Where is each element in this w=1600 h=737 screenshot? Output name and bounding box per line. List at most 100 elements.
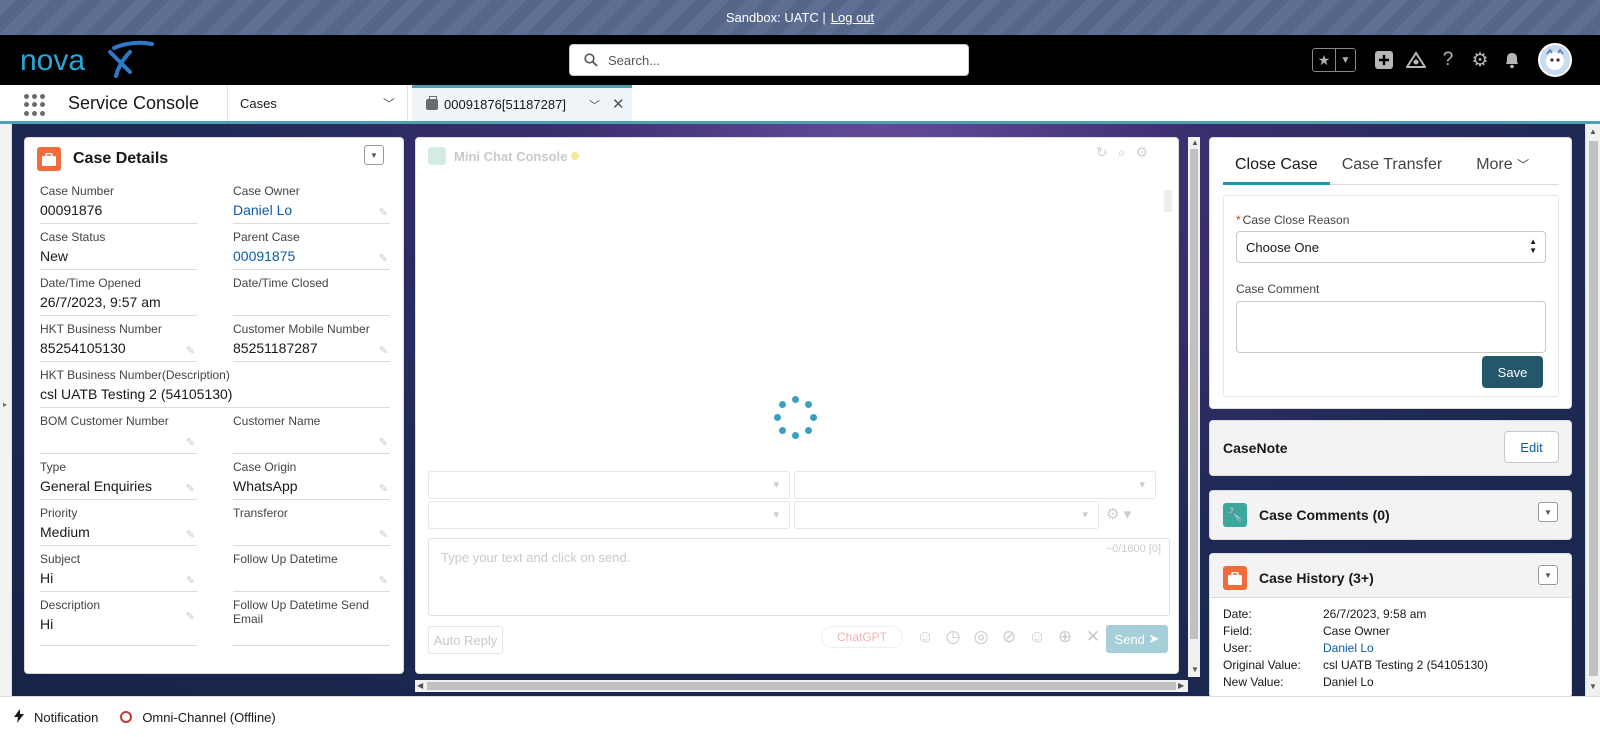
edit-pencil-icon[interactable]: ✎ bbox=[186, 528, 195, 541]
chat-select-4[interactable] bbox=[794, 501, 1099, 529]
workspace-tab-case[interactable]: 00091876[51187287] ﹀ ✕ bbox=[412, 85, 632, 121]
field-case-owner: Case Owner Daniel Lo ✎ bbox=[233, 184, 390, 224]
user-avatar[interactable] bbox=[1538, 43, 1572, 77]
help-icon[interactable]: ? bbox=[1432, 44, 1464, 76]
clock-icon[interactable]: ◷ bbox=[939, 626, 967, 648]
tab-case-transfer[interactable]: Case Transfer bbox=[1330, 150, 1454, 185]
parent-case-link[interactable]: 00091875 bbox=[233, 248, 390, 264]
case-owner-link[interactable]: Daniel Lo bbox=[233, 202, 390, 218]
auto-reply-button[interactable]: Auto Reply bbox=[428, 626, 503, 654]
tab-close-case[interactable]: Close Case bbox=[1223, 150, 1330, 185]
history-row: Date: 26/7/2023, 9:58 am bbox=[1223, 607, 1427, 621]
send-button[interactable]: Send ➤ bbox=[1106, 625, 1168, 653]
casenote-card: CaseNote Edit bbox=[1209, 420, 1572, 476]
case-comment-textarea[interactable] bbox=[1236, 301, 1546, 353]
scroll-up-icon[interactable]: ▲ bbox=[1191, 138, 1199, 147]
chat-messages-scrollbar[interactable] bbox=[1164, 182, 1172, 462]
tab-close-icon[interactable]: ✕ bbox=[612, 95, 625, 113]
page-scrollbar[interactable]: ▲ ▼ bbox=[1585, 124, 1600, 696]
case-comment-label: Case Comment bbox=[1236, 282, 1320, 296]
gear-icon[interactable]: ⚙ bbox=[1135, 144, 1158, 160]
field-date-closed: Date/Time Closed bbox=[233, 276, 390, 316]
edit-pencil-icon[interactable]: ✎ bbox=[186, 610, 195, 623]
download-icon[interactable]: ⊕ bbox=[1051, 626, 1079, 648]
save-button[interactable]: Save bbox=[1482, 356, 1543, 388]
field-customer-mobile: Customer Mobile Number 85251187287 ✎ bbox=[233, 322, 390, 362]
edit-pencil-icon[interactable]: ✎ bbox=[379, 482, 388, 495]
edit-pencil-icon[interactable]: ✎ bbox=[186, 574, 195, 587]
scroll-right-icon[interactable]: ▶ bbox=[1178, 681, 1184, 690]
mute-icon[interactable]: ✕ bbox=[1079, 626, 1107, 648]
chat-console-vertical-scrollbar[interactable]: ▲ ▼ bbox=[1188, 137, 1200, 677]
edit-pencil-icon[interactable]: ✎ bbox=[186, 436, 195, 449]
emoji-icon[interactable]: ☺ bbox=[1023, 626, 1051, 648]
chat-message-input[interactable]: Type your text and click on send. ~0/160… bbox=[428, 538, 1170, 616]
history-user-link[interactable]: Daniel Lo bbox=[1323, 641, 1374, 658]
history-row: Original Value: csl UATB Testing 2 (54105… bbox=[1223, 658, 1488, 672]
favorites-group[interactable]: ★ ▼ bbox=[1312, 48, 1356, 72]
notifications-bell-icon[interactable] bbox=[1496, 44, 1528, 76]
search-input[interactable] bbox=[608, 52, 948, 68]
scroll-down-icon[interactable]: ▼ bbox=[1589, 682, 1597, 691]
history-row: New Value: Daniel Lo bbox=[1223, 675, 1374, 689]
logout-link[interactable]: Log out bbox=[831, 10, 874, 25]
chat-console-horizontal-scrollbar[interactable]: ◀ ▶ bbox=[415, 680, 1188, 692]
edit-pencil-icon[interactable]: ✎ bbox=[379, 528, 388, 541]
trailhead-icon[interactable] bbox=[1400, 44, 1432, 76]
tab-chevron-down-icon[interactable]: ﹀ bbox=[589, 97, 600, 113]
case-details-menu-button[interactable]: ▼ bbox=[364, 145, 384, 165]
case-comments-menu-button[interactable]: ▼ bbox=[1538, 502, 1558, 522]
chat-title: Mini Chat Console bbox=[454, 148, 568, 164]
nova-x-logo[interactable]: nova bbox=[18, 40, 158, 80]
edit-pencil-icon[interactable]: ✎ bbox=[379, 206, 388, 219]
field-hkt-business-number: HKT Business Number 85254105130 ✎ bbox=[40, 322, 197, 362]
whatsapp-icon[interactable]: ◎ bbox=[967, 626, 995, 648]
chat-tools: ↻⌕⚙ bbox=[1096, 144, 1158, 161]
expand-arrow-icon[interactable]: ▸ bbox=[3, 400, 7, 409]
console-nav-bar: Service Console Cases ﹀ 00091876[5118728… bbox=[0, 85, 1600, 124]
scroll-down-icon[interactable]: ▼ bbox=[1191, 665, 1199, 674]
case-details-title: Case Details bbox=[73, 150, 169, 167]
offline-status-icon bbox=[120, 711, 133, 723]
utility-omni-channel[interactable]: Omni-Channel (Offline) bbox=[120, 710, 285, 725]
chatgpt-button[interactable]: ChatGPT bbox=[821, 626, 903, 648]
case-history-menu-button[interactable]: ▼ bbox=[1538, 565, 1558, 585]
chat-select-3[interactable] bbox=[428, 501, 790, 529]
chat-select-2[interactable] bbox=[794, 471, 1156, 499]
add-icon[interactable] bbox=[1368, 44, 1400, 76]
favorites-star-icon[interactable]: ★ bbox=[1313, 49, 1335, 71]
scroll-up-icon[interactable]: ▲ bbox=[1589, 127, 1597, 136]
left-collapse-handle[interactable]: ▸ bbox=[0, 124, 12, 696]
casenote-edit-button[interactable]: Edit bbox=[1504, 431, 1559, 463]
app-launcher-icon[interactable] bbox=[24, 94, 46, 116]
edit-pencil-icon[interactable]: ✎ bbox=[186, 344, 195, 357]
search-icon[interactable]: ⌕ bbox=[1118, 144, 1136, 160]
refresh-icon[interactable]: ↻ bbox=[1096, 144, 1118, 160]
edit-pencil-icon[interactable]: ✎ bbox=[186, 482, 195, 495]
chat-gear-icon[interactable]: ⚙ ▾ bbox=[1106, 505, 1131, 523]
wrench-icon: 🔧 bbox=[1223, 503, 1247, 527]
chat-select-1[interactable] bbox=[428, 471, 790, 499]
setup-gear-icon[interactable]: ⚙ bbox=[1464, 44, 1496, 76]
case-icon bbox=[1223, 566, 1247, 590]
scroll-left-icon[interactable]: ◀ bbox=[417, 681, 423, 690]
favorites-dropdown-icon[interactable]: ▼ bbox=[1335, 49, 1355, 71]
case-history-title[interactable]: Case History (3+) bbox=[1259, 570, 1374, 586]
edit-pencil-icon[interactable]: ✎ bbox=[379, 344, 388, 357]
case-close-reason-select[interactable]: Choose One ▲ ▼ bbox=[1236, 231, 1546, 263]
utility-bar: Notification Omni-Channel (Offline) bbox=[0, 696, 1600, 737]
utility-notification[interactable]: Notification bbox=[14, 708, 108, 726]
attachment-icon[interactable]: ⊘ bbox=[995, 626, 1023, 648]
bot-icon[interactable]: ☺ bbox=[911, 626, 939, 648]
edit-pencil-icon[interactable]: ✎ bbox=[379, 252, 388, 265]
case-comments-title[interactable]: Case Comments (0) bbox=[1259, 507, 1390, 523]
chevron-down-icon[interactable]: ﹀ bbox=[383, 95, 395, 112]
edit-pencil-icon[interactable]: ✎ bbox=[379, 574, 388, 587]
navigation-menu[interactable]: Cases ﹀ bbox=[228, 85, 408, 121]
tab-more[interactable]: More ﹀ bbox=[1464, 150, 1541, 185]
edit-pencil-icon[interactable]: ✎ bbox=[379, 436, 388, 449]
field-date-opened: Date/Time Opened 26/7/2023, 9:57 am bbox=[40, 276, 197, 316]
global-search[interactable] bbox=[569, 44, 969, 76]
case-history-card: Case History (3+) ▼ Date: 26/7/2023, 9:58… bbox=[1209, 553, 1572, 698]
chat-message-placeholder: Type your text and click on send. bbox=[441, 550, 631, 565]
